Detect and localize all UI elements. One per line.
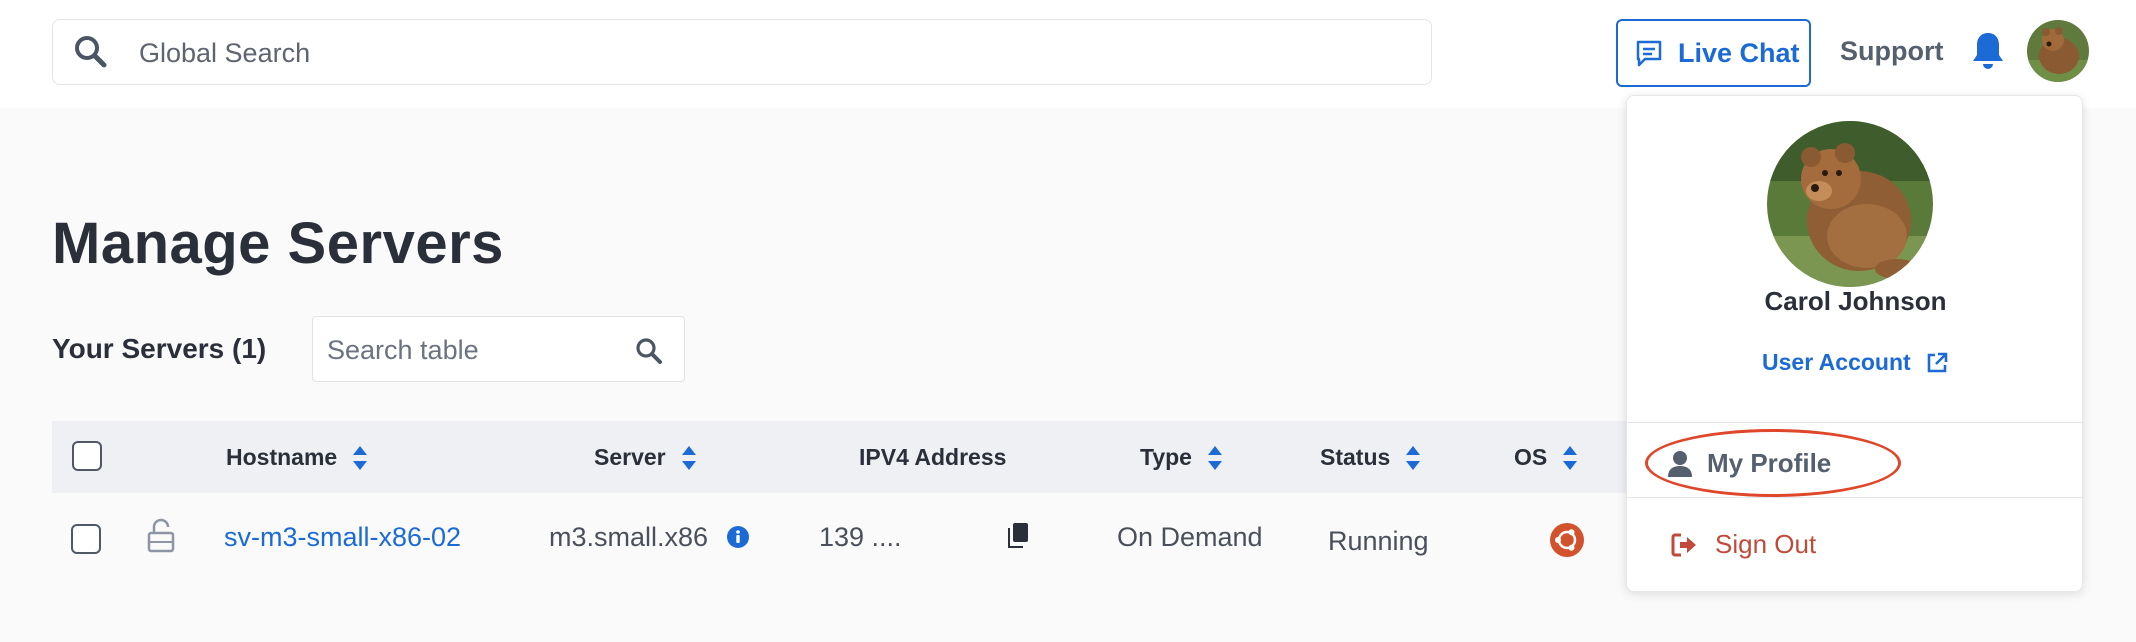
- column-os[interactable]: OS: [1514, 444, 1578, 471]
- info-icon[interactable]: [726, 525, 750, 549]
- column-hostname[interactable]: Hostname: [226, 444, 368, 471]
- sort-icon[interactable]: [681, 445, 696, 471]
- server-plan: m3.small.x86: [549, 522, 709, 552]
- column-status[interactable]: Status: [1320, 444, 1421, 471]
- sort-icon[interactable]: [353, 445, 368, 471]
- ipv4-address: 139 ....: [819, 522, 902, 552]
- top-bar: Live Chat Support: [0, 0, 2136, 108]
- page-title: Manage Servers: [52, 211, 504, 276]
- global-search-input[interactable]: [139, 34, 1339, 72]
- divider: [1627, 497, 2084, 498]
- global-search[interactable]: [52, 19, 1432, 85]
- user-menu-dropdown: Carol Johnson User Account My Profile Si…: [1626, 95, 2084, 592]
- column-ipv4: IPV4 Address: [859, 444, 1007, 470]
- search-icon: [75, 36, 107, 68]
- avatar[interactable]: [2027, 20, 2089, 82]
- bell-icon[interactable]: [1970, 30, 2006, 72]
- sort-icon[interactable]: [1406, 445, 1421, 471]
- server-status: Running: [1328, 526, 1429, 556]
- chat-icon: [1636, 40, 1662, 67]
- sort-icon[interactable]: [1563, 445, 1578, 471]
- table-search[interactable]: [312, 316, 685, 382]
- external-link-icon: [1927, 352, 1947, 372]
- sign-out-link[interactable]: Sign Out: [1671, 529, 1816, 560]
- sort-icon[interactable]: [1207, 445, 1222, 471]
- servers-count-label: Your Servers (1): [52, 333, 267, 364]
- highlight-ellipse: [1645, 429, 1901, 497]
- column-type[interactable]: Type: [1140, 444, 1222, 471]
- support-link[interactable]: Support: [1840, 36, 1943, 67]
- user-name: Carol Johnson: [1764, 286, 1947, 316]
- live-chat-label: Live Chat: [1678, 37, 1800, 68]
- profile-avatar: [1767, 121, 1933, 287]
- row-checkbox[interactable]: [71, 524, 101, 554]
- column-server[interactable]: Server: [594, 444, 696, 471]
- live-chat-button[interactable]: Live Chat: [1616, 19, 1811, 87]
- divider: [1627, 422, 2084, 423]
- hostname-link[interactable]: sv-m3-small-x86-02: [224, 522, 461, 553]
- copy-icon[interactable]: [1006, 522, 1030, 550]
- sign-out-icon: [1671, 533, 1696, 556]
- unlock-icon[interactable]: [146, 518, 176, 554]
- ubuntu-icon: [1550, 523, 1584, 557]
- select-all-checkbox[interactable]: [72, 441, 102, 471]
- search-icon[interactable]: [635, 337, 663, 365]
- server-type: On Demand: [1117, 522, 1263, 552]
- user-account-link[interactable]: User Account: [1762, 349, 1949, 376]
- table-search-input[interactable]: [327, 331, 607, 369]
